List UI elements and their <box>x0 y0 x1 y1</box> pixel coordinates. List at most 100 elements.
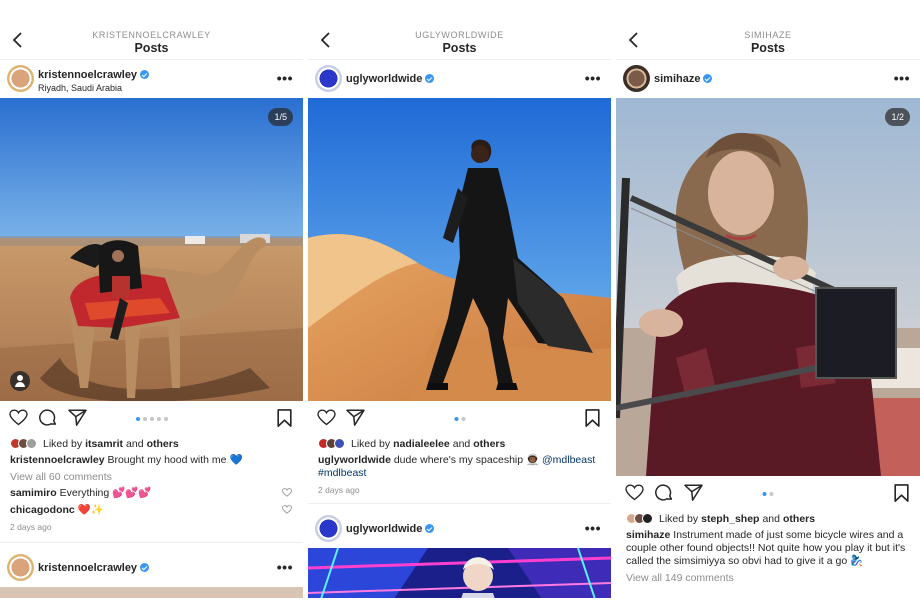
header-title: Posts <box>750 41 786 55</box>
post-photo[interactable]: 1/2 <box>616 98 920 476</box>
back-chevron-icon[interactable] <box>11 32 25 48</box>
panel-uglyworldwide: UGLYWORLDWIDE Posts uglyworldwide ••• Li… <box>308 18 611 598</box>
post-header: uglyworldwide ••• <box>308 60 611 98</box>
caption-text: dude where's my spaceship 👨🏾‍🚀 <box>390 454 542 466</box>
carousel-counter: 1/2 <box>885 108 910 126</box>
carousel-dots <box>135 417 168 421</box>
post-actions <box>308 401 611 435</box>
bookmark-icon[interactable] <box>585 409 600 427</box>
comment-icon[interactable] <box>655 484 673 502</box>
more-options-icon[interactable]: ••• <box>277 71 293 85</box>
verified-badge-icon <box>703 74 713 83</box>
caption-username[interactable]: uglyworldwide <box>318 454 391 466</box>
liked-avatars <box>10 438 37 449</box>
next-post-photo[interactable] <box>0 587 303 598</box>
top-bar: SIMIHAZE Posts <box>616 18 920 60</box>
post-caption: kristennoelcrawley Brought my hood with … <box>0 452 303 469</box>
comment-icon[interactable] <box>39 409 57 427</box>
liked-user[interactable]: itsamrit <box>85 438 123 450</box>
comment-heart-icon[interactable] <box>282 505 292 514</box>
post-username[interactable]: simihaze <box>654 73 713 85</box>
carousel-dots <box>762 492 774 496</box>
liked-others[interactable]: others <box>783 513 815 525</box>
post-timestamp: 2 days ago <box>318 485 360 495</box>
comment-username[interactable]: chicagodonc <box>10 504 75 516</box>
verified-badge-icon <box>140 563 150 572</box>
verified-badge-icon <box>140 70 150 79</box>
verified-badge-icon <box>425 524 435 533</box>
avatar[interactable] <box>315 515 342 542</box>
share-icon[interactable] <box>684 484 703 501</box>
avatar[interactable] <box>7 65 34 92</box>
carousel-counter: 1/5 <box>268 108 293 126</box>
post-header: kristennoelcrawley Riyadh, Saudi Arabia … <box>0 60 303 98</box>
heart-icon[interactable] <box>9 409 28 426</box>
comment: chicagodonc ❤️✨ <box>0 502 303 519</box>
post-actions <box>0 401 303 435</box>
avatar[interactable] <box>7 554 34 581</box>
caption-username[interactable]: simihaze <box>626 529 670 541</box>
heart-icon[interactable] <box>317 409 336 426</box>
caption-username[interactable]: kristennoelcrawley <box>10 454 105 466</box>
user-tag-icon[interactable] <box>10 371 30 391</box>
post-username[interactable]: kristennoelcrawley <box>38 562 150 574</box>
liked-user[interactable]: steph_shep <box>701 513 759 525</box>
heart-icon[interactable] <box>625 484 644 501</box>
liked-by: Liked by itsamrit and others <box>0 435 303 452</box>
post-username[interactable]: kristennoelcrawley <box>38 69 150 81</box>
comment-username[interactable]: samimiro <box>10 487 57 499</box>
liked-user[interactable]: nadialeelee <box>393 438 450 450</box>
avatar[interactable] <box>623 65 650 92</box>
post-username[interactable]: uglyworldwide <box>346 73 435 85</box>
caption-mention[interactable]: @mdlbeast <box>542 454 595 466</box>
post-photo[interactable]: 1/5 <box>0 98 303 401</box>
liked-avatars <box>318 438 345 449</box>
liked-by: Liked by steph_shep and others <box>616 510 920 527</box>
photo-neon-stage <box>308 548 611 598</box>
header-username: UGLYWORLDWIDE <box>415 30 504 40</box>
post-location[interactable]: Riyadh, Saudi Arabia <box>38 83 122 93</box>
panel-simihaze: SIMIHAZE Posts simihaze ••• 1/2 Liked by… <box>616 18 920 598</box>
header-username: SIMIHAZE <box>744 30 792 40</box>
view-all-comments[interactable]: View all 149 comments <box>616 570 920 586</box>
header-username: KRISTENNOELCRAWLEY <box>92 30 211 40</box>
liked-avatars <box>626 513 653 524</box>
more-options-icon[interactable]: ••• <box>585 521 601 535</box>
liked-by: Liked by nadialeelee and others <box>308 435 611 452</box>
share-icon[interactable] <box>346 409 365 426</box>
panel-kristennoelcrawley: KRISTENNOELCRAWLEY Posts kristennoelcraw… <box>0 18 303 598</box>
share-icon[interactable] <box>68 409 87 426</box>
header-title: Posts <box>134 41 169 55</box>
post-timestamp: 2 days ago <box>10 522 52 532</box>
comment-heart-icon[interactable] <box>282 488 292 497</box>
post-photo[interactable] <box>308 98 611 401</box>
top-bar: KRISTENNOELCRAWLEY Posts <box>0 18 303 60</box>
post-caption: simihaze Instrument made of just some bi… <box>616 527 920 570</box>
header-title: Posts <box>442 41 477 55</box>
comment-text: ❤️✨ <box>74 504 104 516</box>
photo-desert-model <box>308 98 611 401</box>
post-actions <box>616 476 920 510</box>
post-caption: uglyworldwide dude where's my spaceship … <box>308 452 611 482</box>
liked-others[interactable]: others <box>147 438 179 450</box>
bookmark-icon[interactable] <box>277 409 292 427</box>
post-username[interactable]: uglyworldwide <box>346 523 435 535</box>
caption-hashtag[interactable]: #mdlbeast <box>318 467 366 479</box>
verified-badge-icon <box>425 74 435 83</box>
liked-others[interactable]: others <box>473 438 505 450</box>
next-post-photo[interactable] <box>308 548 611 598</box>
more-options-icon[interactable]: ••• <box>894 71 910 85</box>
back-chevron-icon[interactable] <box>319 32 333 48</box>
photo-instrument-player <box>616 98 920 476</box>
more-options-icon[interactable]: ••• <box>277 560 293 574</box>
bookmark-icon[interactable] <box>894 484 909 502</box>
more-options-icon[interactable]: ••• <box>585 71 601 85</box>
comment-text: Everything 💕💕💕 <box>56 487 152 499</box>
caption-text: Brought my hood with me 💙 <box>104 454 243 466</box>
carousel-dots <box>454 417 465 421</box>
avatar[interactable] <box>315 65 342 92</box>
view-all-comments[interactable]: View all 60 comments <box>0 469 303 485</box>
next-post-header: uglyworldwide ••• <box>308 510 611 548</box>
photo-camel-desert <box>0 98 303 401</box>
back-chevron-icon[interactable] <box>627 32 641 48</box>
